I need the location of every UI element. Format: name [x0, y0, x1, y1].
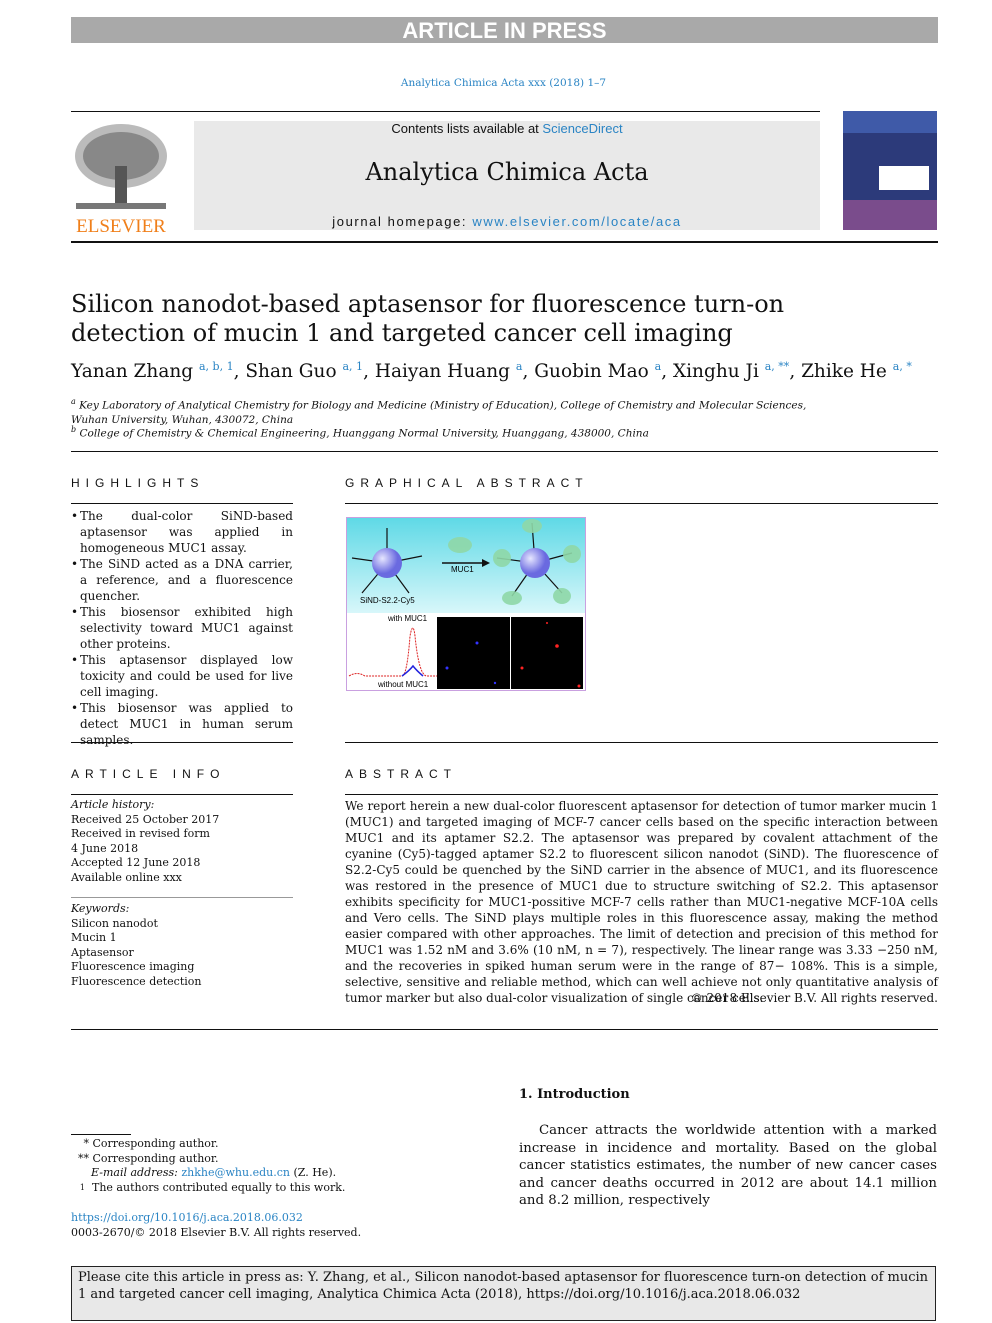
highlight-item: This biosensor exhibited high selectivit…: [71, 604, 293, 652]
footnotes: * Corresponding author. ** Corresponding…: [71, 1137, 351, 1195]
journal-reference[interactable]: Analytica Chimica Acta xxx (2018) 1–7: [0, 77, 992, 89]
divider: [71, 742, 293, 743]
author[interactable]: Guobin Mao a: [534, 360, 661, 382]
affiliation-a: a Key Laboratory of Analytical Chemistry…: [71, 397, 807, 426]
abstract-copyright: © 2018 Elsevier B.V. All rights reserved…: [690, 991, 938, 1005]
cell-image-red: [511, 617, 583, 689]
article-info-heading: ARTICLE INFO: [71, 767, 226, 781]
keyword: Fluorescence detection: [71, 974, 202, 988]
history-item: Received in revised form: [71, 827, 210, 840]
probe-label: SiND-S2.2-Cy5: [360, 596, 415, 605]
author[interactable]: Shan Guo a, 1: [245, 360, 363, 382]
divider: [71, 794, 293, 795]
elsevier-logo: ELSEVIER: [71, 121, 171, 237]
homepage-prefix: journal homepage:: [332, 214, 473, 229]
arrow-label: MUC1: [451, 565, 474, 574]
divider: [71, 451, 938, 452]
article-title: Silicon nanodot-based aptasensor for flu…: [71, 290, 785, 347]
footnote-corresponding-1: * Corresponding author.: [83, 1137, 219, 1150]
affiliation-b: b College of Chemistry & Chemical Engine…: [71, 425, 649, 440]
article-in-press-banner: ARTICLE IN PRESS: [71, 17, 938, 43]
divider: [345, 503, 938, 504]
keyword: Mucin 1: [71, 931, 117, 944]
footnote-equal-contribution: 1 The authors contributed equally to thi…: [79, 1180, 346, 1194]
cell-image-blue: [437, 617, 510, 689]
history-item: 4 June 2018: [71, 841, 139, 855]
contents-line: Contents lists available at ScienceDirec…: [194, 121, 820, 136]
journal-cover-image: [843, 111, 937, 230]
footnote-corresponding-2: ** Corresponding author.: [78, 1151, 219, 1165]
history-item: Received 25 October 2017: [71, 812, 220, 826]
footnote-divider: [71, 1134, 131, 1135]
abstract-text: We report herein a new dual-color fluore…: [345, 799, 938, 1005]
keywords-label: Keywords:: [71, 902, 130, 915]
homepage-link[interactable]: www.elsevier.com/locate/aca: [472, 214, 681, 229]
contents-prefix: Contents lists available at: [391, 121, 543, 136]
with-muc1-label: with MUC1: [387, 614, 429, 623]
highlights-heading: HIGHLIGHTS: [71, 476, 205, 490]
doi-link[interactable]: https://doi.org/10.1016/j.aca.2018.06.03…: [71, 1211, 303, 1226]
keyword: Fluorescence imaging: [71, 960, 195, 973]
history-item: Available online xxx: [71, 870, 182, 884]
without-muc1-label: without MUC1: [377, 680, 430, 689]
introduction-text: Cancer attracts the worldwide attention …: [519, 1123, 937, 1208]
divider: [71, 111, 820, 112]
publisher-name: ELSEVIER: [76, 216, 166, 237]
footnote-email: E-mail address: zhkhe@whu.edu.cn (Z. He)…: [91, 1166, 337, 1179]
nanodot-sphere: [372, 548, 402, 578]
keywords: Keywords: Silicon nanodot Mucin 1 Aptase…: [71, 902, 293, 989]
divider: [345, 742, 938, 743]
author[interactable]: Yanan Zhang a, b, 1: [71, 360, 234, 382]
divider: [71, 503, 293, 504]
header-divider: [71, 241, 938, 243]
page: ARTICLE IN PRESS Analytica Chimica Acta …: [0, 0, 992, 1323]
abstract-heading: ABSTRACT: [345, 767, 458, 781]
divider: [345, 794, 938, 795]
email-link[interactable]: zhkhe@whu.edu.cn: [181, 1166, 290, 1179]
homepage-line: journal homepage: www.elsevier.com/locat…: [194, 214, 820, 229]
introduction-heading: 1. Introduction: [519, 1087, 630, 1102]
divider: [71, 897, 293, 898]
highlight-item: This aptasensor displayed low toxicity a…: [71, 652, 293, 700]
highlight-item: This biosensor was applied to detect MUC…: [71, 700, 293, 748]
history-label: Article history:: [71, 798, 155, 811]
divider: [71, 1029, 938, 1030]
highlight-item: The SiND acted as a DNA carrier, a refer…: [71, 556, 293, 604]
author-list: Yanan Zhang a, b, 1, Shan Guo a, 1, Haiy…: [71, 360, 912, 383]
issn-copyright: 0003-2670/© 2018 Elsevier B.V. All right…: [71, 1226, 362, 1239]
article-history: Article history: Received 25 October 201…: [71, 798, 293, 885]
elsevier-tree-icon: [71, 121, 171, 216]
citation-box: Please cite this article in press as: Y.…: [71, 1266, 936, 1321]
author[interactable]: Xinghu Ji a, **: [673, 360, 789, 382]
journal-title: Analytica Chimica Acta: [365, 158, 649, 186]
history-item: Accepted 12 June 2018: [71, 856, 201, 869]
keyword: Aptasensor: [71, 945, 134, 959]
graphical-abstract-image: MUC1 SiND-S2.2-Cy5 with MUC1 without MUC…: [346, 517, 586, 691]
graphical-abstract-heading: GRAPHICAL ABSTRACT: [345, 476, 589, 490]
nanodot-sphere: [520, 548, 550, 578]
author[interactable]: Haiyan Huang a: [375, 360, 523, 382]
highlight-item: The dual-color SiND-based aptasensor was…: [71, 508, 293, 556]
highlights-list: The dual-color SiND-based aptasensor was…: [71, 508, 293, 748]
author[interactable]: Zhike He a, *: [801, 360, 912, 382]
sciencedirect-link[interactable]: ScienceDirect: [542, 121, 622, 136]
keyword: Silicon nanodot: [71, 916, 158, 930]
